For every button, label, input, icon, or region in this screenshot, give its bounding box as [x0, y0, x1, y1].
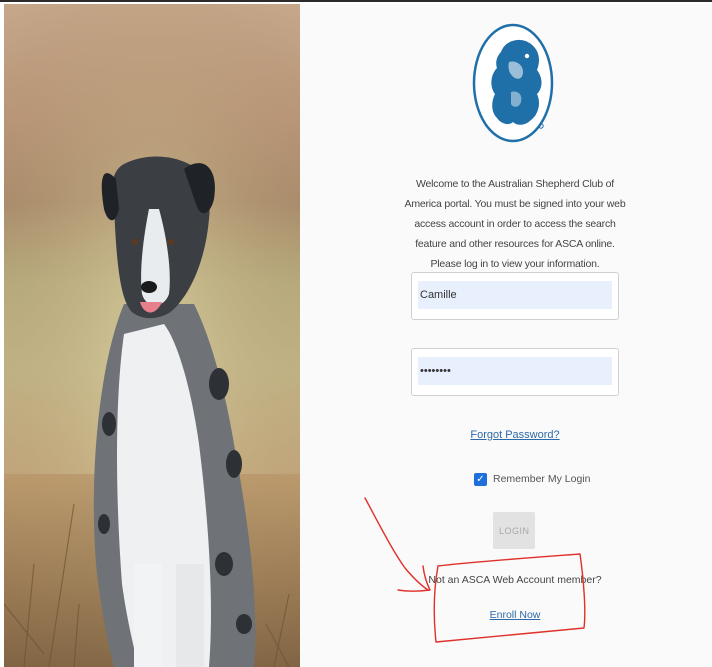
dog-photo-illustration [4, 4, 300, 667]
password-field-container [411, 348, 619, 396]
checkmark-icon: ✓ [476, 473, 485, 485]
password-input[interactable] [418, 357, 612, 385]
username-field-container [411, 272, 619, 320]
enroll-question: Not an ASCA Web Account member? [428, 574, 602, 586]
page-frame: Welcome to the Australian Shepherd Club … [0, 0, 712, 667]
login-panel: Welcome to the Australian Shepherd Club … [300, 4, 712, 667]
remember-login-label: Remember My Login [493, 473, 591, 485]
forgot-password-link[interactable]: Forgot Password? [300, 429, 712, 441]
enroll-now-link[interactable]: Enroll Now [300, 609, 712, 621]
hero-photo [4, 4, 300, 667]
username-input[interactable] [418, 281, 612, 309]
welcome-message: Welcome to the Australian Shepherd Club … [404, 178, 626, 270]
login-button[interactable]: LOGIN [493, 512, 535, 549]
asca-logo-icon [472, 23, 554, 143]
remember-login-checkbox[interactable]: ✓ [474, 472, 487, 486]
remember-login-row[interactable]: ✓ Remember My Login [474, 471, 590, 487]
